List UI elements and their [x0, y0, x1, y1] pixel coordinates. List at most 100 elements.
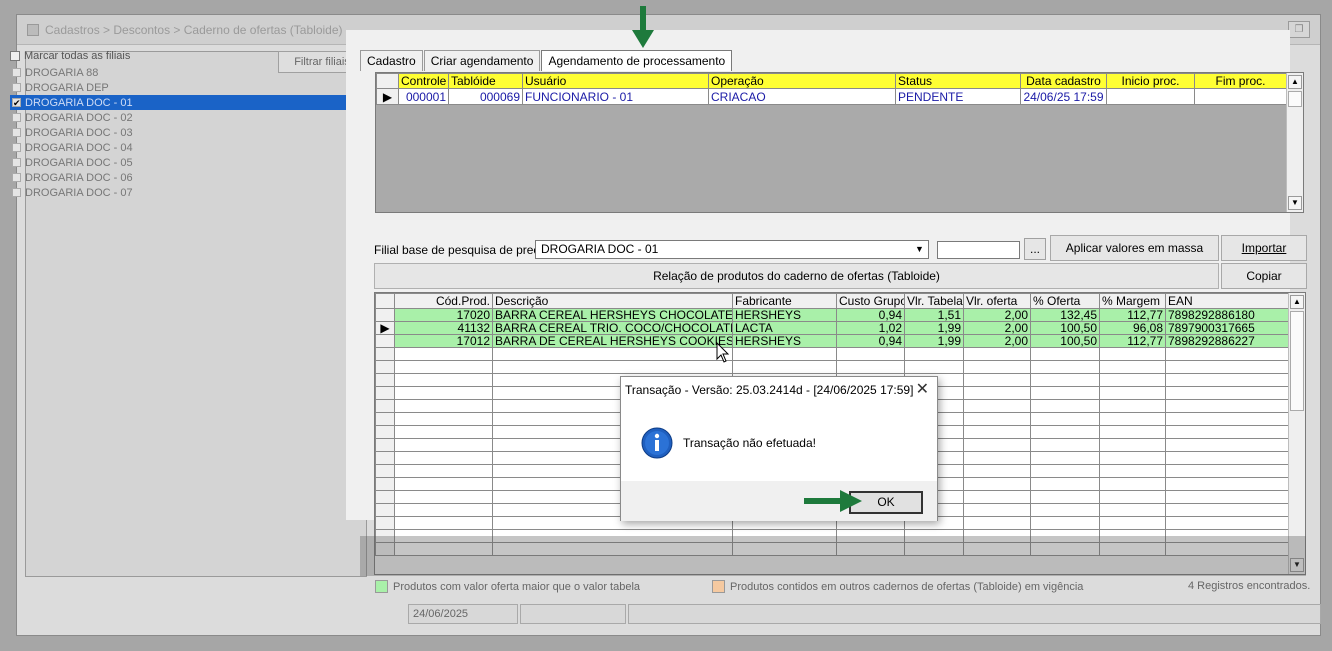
aplicar-valores-button[interactable]: Aplicar valores em massa — [1050, 235, 1219, 261]
tab-criar-agendamento[interactable]: Criar agendamento — [423, 50, 541, 71]
checkbox-icon[interactable] — [12, 128, 21, 137]
table-cell[interactable]: CRIACAO — [708, 88, 896, 105]
filial-item[interactable]: DROGARIA DOC - 03 — [10, 125, 350, 140]
checkbox-icon[interactable] — [12, 68, 21, 77]
table-row[interactable]: 17012BARRA DE CEREAL HERSHEYS COOKIESN C… — [375, 334, 1290, 348]
column-header[interactable]: Fabricante — [732, 293, 837, 309]
column-header[interactable]: Vlr. Tabela — [904, 293, 964, 309]
filial-item[interactable]: DROGARIA DOC - 06 — [10, 170, 350, 185]
valor-input[interactable] — [937, 241, 1020, 259]
column-header[interactable]: Vlr. oferta — [963, 293, 1031, 309]
table-cell[interactable]: HERSHEYS — [732, 334, 837, 348]
close-icon[interactable]: ✕ — [916, 379, 929, 399]
table-cell[interactable]: 1,02 — [836, 321, 905, 335]
column-header[interactable]: Tablóide — [448, 73, 523, 89]
table-cell[interactable]: 112,77 — [1099, 308, 1166, 322]
column-header[interactable]: % Oferta — [1030, 293, 1100, 309]
table-row[interactable]: ▶ 000001 000069 FUNCIONARIO - 01 CRIACAO PEND… — [376, 88, 1287, 105]
empty-cell — [1030, 412, 1100, 426]
column-header[interactable]: Usuário — [522, 73, 709, 89]
marcar-todas-checkbox[interactable]: Marcar todas as filiais — [10, 50, 130, 62]
table-row[interactable]: 17020 BARRA CEREAL HERSHEYS CHOCOLATE HERS… — [375, 308, 1290, 322]
table-cell[interactable]: 100,50 — [1030, 334, 1100, 348]
empty-cell — [963, 412, 1031, 426]
checkbox-icon[interactable] — [12, 143, 21, 152]
table-cell[interactable]: BARRA DE CEREAL HERSHEYS COOKIESN CREAM — [492, 334, 733, 348]
table-cell[interactable]: 1,51 — [904, 308, 964, 322]
schedule-scrollbar[interactable]: ▲ ▼ — [1286, 73, 1303, 212]
checkbox-icon[interactable] — [10, 51, 20, 61]
product-scrollbar[interactable]: ▲ ▼ — [1288, 293, 1305, 574]
table-cell[interactable]: 112,77 — [1099, 334, 1166, 348]
checkbox-icon[interactable] — [12, 173, 21, 182]
table-cell[interactable]: 132,45 — [1030, 308, 1100, 322]
table-cell[interactable]: 2,00 — [963, 308, 1031, 322]
table-cell[interactable]: 17012 — [394, 334, 493, 348]
checkbox-icon[interactable] — [12, 188, 21, 197]
table-cell[interactable]: 24/06/25 17:59 — [1020, 88, 1107, 105]
column-header[interactable]: Controle — [398, 73, 449, 89]
checkbox-icon[interactable] — [12, 83, 21, 92]
filial-item[interactable]: DROGARIA DOC - 05 — [10, 155, 350, 170]
scroll-up-icon[interactable]: ▲ — [1290, 295, 1304, 309]
filial-item[interactable]: DROGARIA 88 — [10, 65, 350, 80]
scroll-thumb[interactable] — [1290, 311, 1304, 411]
filial-base-select[interactable]: DROGARIA DOC - 01 ▼ — [535, 240, 929, 259]
table-cell[interactable]: HERSHEYS — [732, 308, 837, 322]
table-cell[interactable]: 000001 — [398, 88, 449, 105]
table-cell[interactable]: 96,08 — [1099, 321, 1166, 335]
ellipsis-button[interactable]: ... — [1024, 238, 1046, 260]
table-cell[interactable]: BARRA CEREAL HERSHEYS CHOCOLATE — [492, 308, 733, 322]
table-cell[interactable]: BARRA CEREAL TRIO. COCO/CHOCOLATE — [492, 321, 733, 335]
table-cell[interactable] — [1194, 88, 1287, 105]
table-cell[interactable]: 0,94 — [836, 308, 905, 322]
column-header[interactable]: Inicio proc. — [1106, 73, 1195, 89]
scroll-up-icon[interactable]: ▲ — [1288, 75, 1302, 89]
chevron-down-icon[interactable]: ▼ — [912, 242, 927, 257]
filial-item[interactable]: ✔ DROGARIA DOC - 01 — [10, 95, 350, 110]
checkbox-icon[interactable] — [12, 113, 21, 122]
table-cell[interactable]: 2,00 — [963, 321, 1031, 335]
filial-item[interactable]: DROGARIA DOC - 02 — [10, 110, 350, 125]
column-header[interactable]: Operação — [708, 73, 896, 89]
copiar-button[interactable]: Copiar — [1221, 263, 1307, 289]
table-cell[interactable]: PENDENTE — [895, 88, 1021, 105]
table-cell[interactable]: 2,00 — [963, 334, 1031, 348]
column-header[interactable]: EAN — [1165, 293, 1290, 309]
restore-button[interactable]: ❐ — [1288, 21, 1310, 38]
table-cell[interactable]: 17020 — [394, 308, 493, 322]
table-cell[interactable]: 1,99 — [904, 321, 964, 335]
filial-item[interactable]: DROGARIA DEP — [10, 80, 350, 95]
table-cell[interactable]: 1,99 — [904, 334, 964, 348]
schedule-grid[interactable]: Controle Tablóide Usuário Operação Status Dat… — [375, 72, 1304, 213]
table-cell[interactable]: 100,50 — [1030, 321, 1100, 335]
table-cell[interactable]: 0,94 — [836, 334, 905, 348]
column-header[interactable]: Cód.Prod. — [394, 293, 493, 309]
table-cell[interactable]: FUNCIONARIO - 01 — [522, 88, 709, 105]
table-cell[interactable]: LACTA — [732, 321, 837, 335]
column-header[interactable]: Fim proc. — [1194, 73, 1287, 89]
importar-button[interactable]: Importar — [1221, 235, 1307, 261]
column-header[interactable]: Data cadastro — [1020, 73, 1107, 89]
scroll-thumb[interactable] — [1288, 91, 1302, 107]
table-cell[interactable]: 7897900317665 — [1165, 321, 1290, 335]
column-header[interactable]: Descrição — [492, 293, 733, 309]
checkbox-icon[interactable]: ✔ — [12, 98, 21, 108]
tab-cadastro[interactable]: Cadastro — [360, 50, 423, 71]
table-row[interactable]: ▶ 41132 BARRA CEREAL TRIO. COCO/CHOCOLATE L… — [375, 321, 1290, 335]
table-cell[interactable]: 7898292886227 — [1165, 334, 1290, 348]
column-header[interactable]: Custo Grupo — [836, 293, 905, 309]
table-cell[interactable]: 000069 — [448, 88, 523, 105]
tab-agendamento-processamento[interactable]: Agendamento de processamento — [541, 50, 733, 71]
empty-cell — [963, 477, 1031, 491]
table-cell[interactable] — [1106, 88, 1195, 105]
empty-cell — [1099, 373, 1166, 387]
filial-item[interactable]: DROGARIA DOC - 07 — [10, 185, 350, 200]
filial-item[interactable]: DROGARIA DOC - 04 — [10, 140, 350, 155]
checkbox-icon[interactable] — [12, 158, 21, 167]
table-cell[interactable]: 41132 — [394, 321, 493, 335]
column-header[interactable]: % Margem — [1099, 293, 1166, 309]
table-cell[interactable]: 7898292886180 — [1165, 308, 1290, 322]
scroll-down-icon[interactable]: ▼ — [1288, 196, 1302, 210]
column-header[interactable]: Status — [895, 73, 1021, 89]
